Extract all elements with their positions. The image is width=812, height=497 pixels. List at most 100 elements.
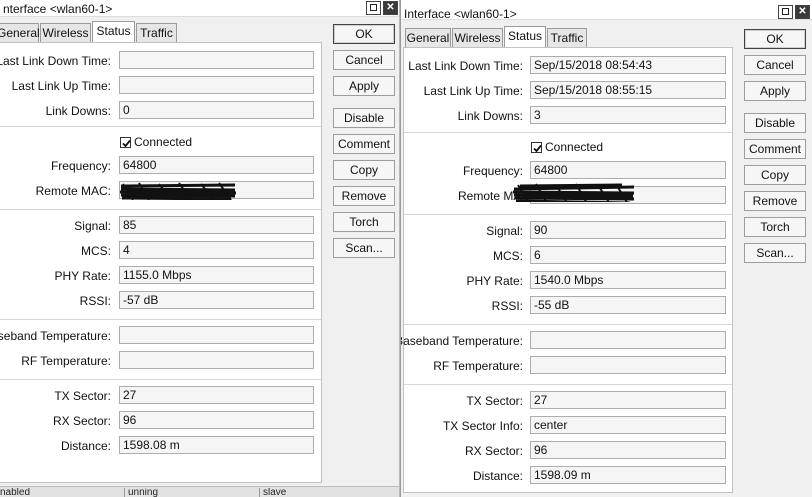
close-button[interactable]: ✕	[795, 5, 810, 19]
distance-field[interactable]: 1598.09 m	[530, 466, 726, 484]
rssi-field[interactable]: -57 dB	[119, 291, 314, 309]
link-downs-label: Link Downs:	[45, 104, 111, 118]
last-link-up-time-field[interactable]	[119, 76, 314, 94]
tab-traffic[interactable]: Traffic	[547, 28, 587, 48]
apply-button[interactable]: Apply	[744, 81, 806, 101]
separator	[404, 384, 732, 385]
mcs-label: MCS:	[493, 249, 523, 263]
status-divider	[259, 488, 260, 497]
baseband-temperature-label: Baseband Temperature:	[400, 334, 523, 348]
tab-status[interactable]: Status	[504, 26, 546, 48]
title-bar[interactable]: nterface <wlan60-1> ✕	[0, 0, 399, 17]
close-icon: ✕	[798, 6, 807, 17]
last-link-up-time-field[interactable]: Sep/15/2018 08:55:15	[530, 81, 726, 99]
rf-temperature-field[interactable]	[530, 356, 726, 374]
remove-button[interactable]: Remove	[744, 191, 806, 211]
distance-label: Distance:	[472, 469, 523, 483]
tab-wireless[interactable]: Wireless	[40, 23, 91, 43]
rx-sector-field[interactable]: 96	[119, 411, 314, 429]
copy-button[interactable]: Copy	[333, 160, 395, 180]
connected-label: Connected	[134, 135, 193, 149]
baseband-temperature-label: Baseband Temperature:	[0, 329, 111, 343]
separator	[404, 214, 732, 215]
link-downs-field[interactable]: 3	[530, 106, 726, 124]
title-bar[interactable]: Interface <wlan60-1> ✕	[401, 0, 812, 21]
signal-label: Signal:	[74, 219, 111, 233]
rx-sector-label: RX Sector:	[464, 444, 523, 458]
maximize-button[interactable]	[778, 5, 793, 19]
tx-sector-info-field[interactable]: center	[530, 416, 726, 434]
mcs-field[interactable]: 4	[119, 241, 314, 259]
rf-temperature-label: RF Temperature:	[21, 354, 111, 368]
frequency-field[interactable]: 64800	[119, 156, 314, 174]
separator	[404, 132, 732, 133]
last-link-down-time-label: Last Link Down Time:	[0, 54, 111, 68]
rx-sector-label: RX Sector:	[52, 414, 111, 428]
cancel-button[interactable]: Cancel	[744, 55, 806, 75]
last-link-down-time-field[interactable]: Sep/15/2018 08:54:43	[530, 56, 726, 74]
window-title: Interface <wlan60-1>	[404, 7, 517, 21]
cancel-button[interactable]: Cancel	[333, 50, 395, 70]
checkmark-icon	[531, 142, 542, 153]
tx-sector-field[interactable]: 27	[530, 391, 726, 409]
frequency-label: Frequency:	[462, 164, 523, 178]
disable-button[interactable]: Disable	[744, 113, 806, 133]
close-icon: ✕	[386, 2, 395, 13]
distance-field[interactable]: 1598.08 m	[119, 436, 314, 454]
torch-button[interactable]: Torch	[744, 217, 806, 237]
link-downs-field[interactable]: 0	[119, 101, 314, 119]
redaction-scribble	[119, 182, 237, 200]
connected-checkbox[interactable]: Connected	[120, 136, 192, 150]
tab-general[interactable]: General	[405, 28, 451, 48]
rssi-label: RSSI:	[491, 299, 523, 313]
separator	[0, 379, 321, 380]
disable-button[interactable]: Disable	[333, 108, 395, 128]
status-divider	[124, 488, 125, 497]
status-enabled: nabled	[0, 488, 31, 497]
separator	[0, 209, 321, 210]
apply-button[interactable]: Apply	[333, 76, 395, 96]
remote-mac-label: Remote MAC:	[35, 184, 111, 198]
tx-sector-label: TX Sector:	[466, 394, 523, 408]
comment-button[interactable]: Comment	[744, 139, 806, 159]
torch-button[interactable]: Torch	[333, 212, 395, 232]
checkmark-icon	[120, 137, 131, 148]
mcs-label: MCS:	[81, 244, 111, 258]
status-panel: Last Link Down Time: Sep/15/2018 08:54:4…	[400, 47, 733, 493]
baseband-temperature-field[interactable]	[530, 331, 726, 349]
baseband-temperature-field[interactable]	[119, 326, 314, 344]
scan-button[interactable]: Scan...	[333, 238, 395, 258]
connected-checkbox[interactable]: Connected	[531, 141, 603, 155]
frequency-field[interactable]: 64800	[530, 161, 726, 179]
window-title: nterface <wlan60-1>	[3, 2, 113, 16]
ok-button[interactable]: OK	[333, 24, 395, 44]
tab-wireless[interactable]: Wireless	[452, 28, 503, 48]
ok-button[interactable]: OK	[744, 29, 806, 49]
tx-sector-field[interactable]: 27	[119, 386, 314, 404]
signal-field[interactable]: 85	[119, 216, 314, 234]
last-link-down-time-field[interactable]	[119, 51, 314, 69]
maximize-button[interactable]	[366, 1, 381, 15]
signal-label: Signal:	[486, 224, 523, 238]
phy-rate-label: PHY Rate:	[466, 274, 523, 288]
comment-button[interactable]: Comment	[333, 134, 395, 154]
remove-button[interactable]: Remove	[333, 186, 395, 206]
rf-temperature-label: RF Temperature:	[433, 359, 523, 373]
rssi-field[interactable]: -55 dB	[530, 296, 726, 314]
phy-rate-field[interactable]: 1540.0 Mbps	[530, 271, 726, 289]
mcs-field[interactable]: 6	[530, 246, 726, 264]
status-bar: nabled unning slave	[0, 486, 399, 497]
rx-sector-field[interactable]: 96	[530, 441, 726, 459]
tab-status[interactable]: Status	[92, 21, 135, 43]
maximize-icon	[782, 8, 789, 15]
phy-rate-field[interactable]: 1155.0 Mbps	[119, 266, 314, 284]
tab-traffic[interactable]: Traffic	[136, 23, 177, 43]
close-button[interactable]: ✕	[383, 1, 398, 15]
tab-general[interactable]: General	[0, 23, 40, 43]
status-panel: Last Link Down Time: Last Link Up Time: …	[0, 42, 322, 483]
separator	[0, 319, 321, 320]
scan-button[interactable]: Scan...	[744, 243, 806, 263]
copy-button[interactable]: Copy	[744, 165, 806, 185]
signal-field[interactable]: 90	[530, 221, 726, 239]
rf-temperature-field[interactable]	[119, 351, 314, 369]
